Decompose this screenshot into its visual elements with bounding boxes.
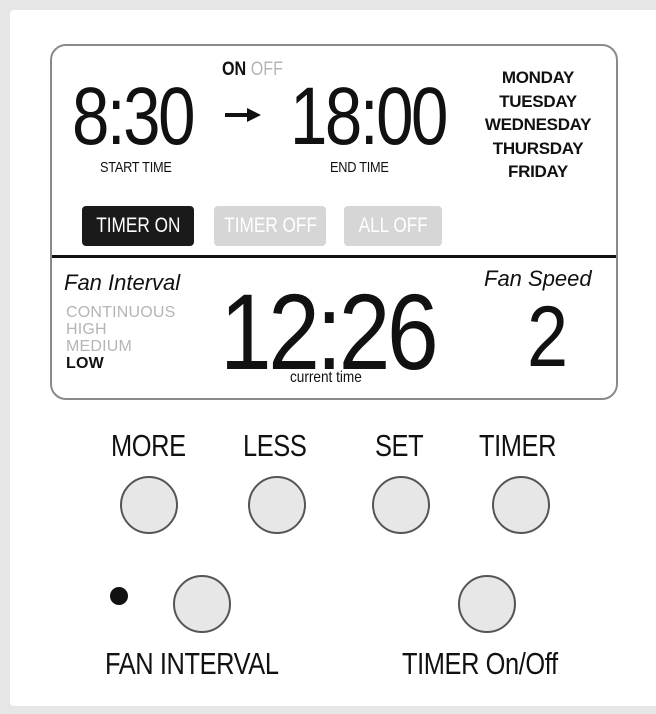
interval-option-continuous: CONTINUOUS xyxy=(66,304,176,321)
end-time-caption: END TIME xyxy=(330,159,389,176)
interval-option-high: HIGH xyxy=(66,321,107,338)
fan-interval-title: Fan Interval xyxy=(64,270,181,295)
fan-interval-button[interactable] xyxy=(173,575,231,633)
mode-timer-off-label: TIMER OFF xyxy=(224,214,317,237)
off-label: OFF xyxy=(250,59,284,80)
start-time: 8:30 xyxy=(72,71,195,162)
fan-interval-label: FAN INTERVAL xyxy=(105,646,279,681)
set-button[interactable] xyxy=(372,476,430,534)
mode-timer-off: TIMER OFF xyxy=(214,206,326,246)
day-wednesday: WEDNESDAY xyxy=(484,115,592,134)
timer-onoff-button[interactable] xyxy=(458,575,516,633)
days-list: MONDAY TUESDAY WEDNESDAY THURSDAY FRIDAY xyxy=(472,66,604,184)
timer-label: TIMER xyxy=(479,428,557,463)
current-time-caption: current time xyxy=(290,369,374,387)
more-button[interactable] xyxy=(120,476,178,534)
on-off-indicator: ON OFF xyxy=(222,59,294,81)
interval-option-low: LOW xyxy=(66,355,104,372)
interval-option-medium: MEDIUM xyxy=(66,338,133,355)
day-monday: MONDAY xyxy=(501,68,575,87)
day-tuesday: TUESDAY xyxy=(499,91,577,111)
less-button[interactable] xyxy=(248,476,306,534)
end-time: 18:00 xyxy=(290,71,448,162)
timer-onoff-label: TIMER On/Off xyxy=(402,646,558,681)
start-time-caption: START TIME xyxy=(100,159,172,176)
lcd-display: ON OFF 8:30 18:00 START TIME END TIME MO… xyxy=(50,44,618,400)
set-label: SET xyxy=(375,428,424,463)
on-label: ON xyxy=(222,59,247,80)
current-time-caption-text: current time xyxy=(290,369,362,386)
day-friday: FRIDAY xyxy=(508,162,568,181)
lcd-divider xyxy=(52,255,616,258)
mode-timer-on-label: TIMER ON xyxy=(95,214,181,237)
less-label: LESS xyxy=(243,428,307,463)
more-label: MORE xyxy=(111,428,186,463)
arrow-right-icon xyxy=(225,108,261,122)
day-thursday: THURSDAY xyxy=(492,138,584,158)
mode-all-off: ALL OFF xyxy=(344,206,442,246)
fan-interval-led xyxy=(110,587,128,605)
timer-button[interactable] xyxy=(492,476,550,534)
fan-speed-value: 2 xyxy=(527,289,569,385)
mode-timer-on: TIMER ON xyxy=(82,206,194,246)
mode-all-off-label: ALL OFF xyxy=(358,214,428,237)
fan-interval-options: CONTINUOUS HIGH MEDIUM LOW xyxy=(66,304,176,372)
